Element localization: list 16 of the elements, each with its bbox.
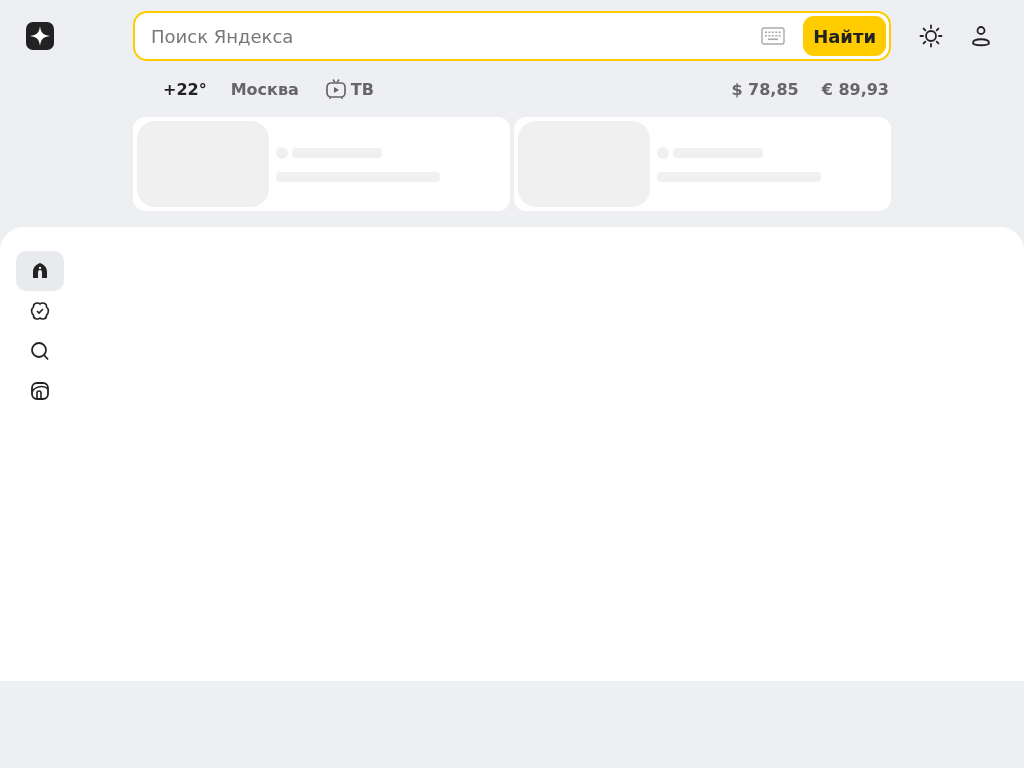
logo-icon[interactable] (26, 22, 54, 50)
search-field[interactable]: Поиск Яндекса Найти (133, 11, 891, 61)
currency-rate[interactable]: € 89,93 (821, 79, 889, 99)
apps-icon (30, 381, 50, 401)
search-icon (30, 341, 50, 361)
home-icon (30, 261, 50, 281)
currency-rate[interactable]: $ 78,85 (731, 79, 799, 99)
user-icon[interactable] (969, 24, 993, 48)
services-icon (30, 301, 50, 321)
sidebar-item[interactable] (16, 251, 64, 291)
weather-temperature[interactable]: +22° (163, 79, 207, 99)
sun-icon[interactable] (919, 24, 943, 48)
tv-link[interactable]: ТВ (350, 79, 374, 99)
search-button[interactable]: Найти (803, 16, 886, 56)
tv-icon[interactable] (324, 78, 347, 100)
city-link[interactable]: Москва (230, 79, 299, 99)
